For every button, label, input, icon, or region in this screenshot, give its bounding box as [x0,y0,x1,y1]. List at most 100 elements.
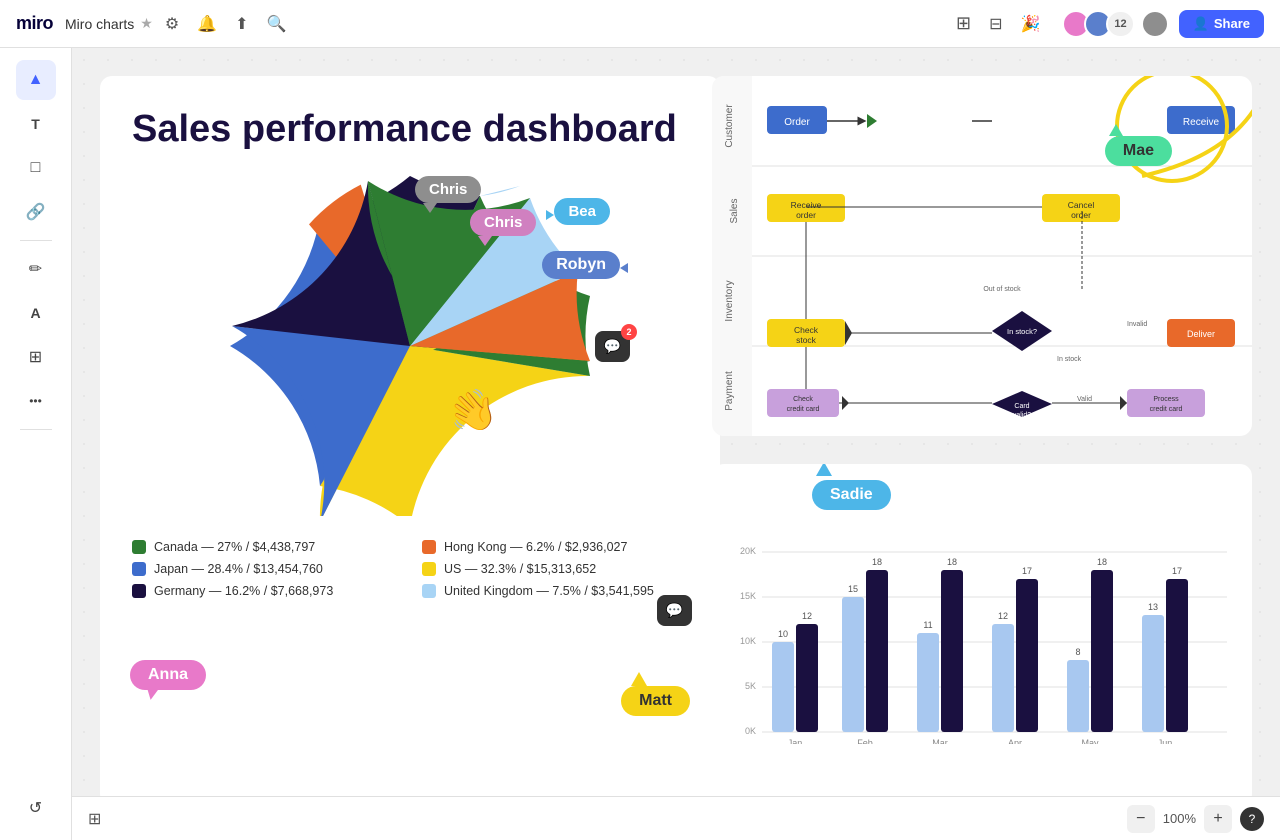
legend-label-us: US — 32.3% / $15,313,652 [444,562,596,576]
svg-text:0K: 0K [745,726,756,736]
bea-label: Bea [554,198,610,225]
sticky-note-tool[interactable]: □ [16,148,56,188]
svg-text:13: 13 [1148,602,1158,612]
svg-text:credit card: credit card [787,406,820,413]
zoom-out-button[interactable]: − [1127,805,1155,833]
svg-text:Apr: Apr [1008,738,1022,744]
legend-dot-germany [132,584,146,598]
chris-cursor-1: Chris [415,176,481,213]
share-label: Share [1214,16,1250,31]
legend-dot-us [422,562,436,576]
mae-cursor: Mae [1105,136,1172,166]
robyn-cursor: Robyn [542,251,620,279]
cursor-tool[interactable]: ▲ [16,60,56,100]
board-title-text: Miro charts [65,16,134,32]
pie-chart-overlay [220,176,600,516]
sadie-arrow [816,464,832,478]
chris-arrow-1 [423,203,437,213]
search-icon[interactable]: 🔍 [266,14,286,34]
svg-text:10: 10 [778,629,788,639]
legend-item-hongkong: Hong Kong — 6.2% / $2,936,027 [422,540,688,554]
svg-text:18: 18 [947,557,957,567]
legend-label-germany: Germany — 16.2% / $7,668,973 [154,584,333,598]
panel-toggle[interactable]: ⊞ [88,809,101,829]
svg-text:Deliver: Deliver [1187,329,1215,339]
svg-text:Process: Process [1153,396,1179,403]
svg-text:Jan: Jan [788,738,803,744]
filter-icon[interactable]: ⊟ [989,14,1002,34]
svg-text:17: 17 [1172,566,1182,576]
share-icon: 👤 [1193,16,1209,32]
svg-text:5K: 5K [745,681,756,691]
svg-text:Valid: Valid [1077,396,1092,403]
robyn-label: Robyn [542,251,620,279]
main-area: ▲ T □ 🔗 ✏ A ⊞ ••• ↺ Sales performance da… [0,48,1280,840]
svg-text:8: 8 [1075,647,1080,657]
legend-dot-hongkong [422,540,436,554]
more-tools[interactable]: ••• [16,381,56,421]
magic-icon[interactable]: 🎉 [1021,14,1041,34]
notification-icon[interactable]: 🔔 [197,14,217,34]
svg-text:Mar: Mar [932,738,948,744]
pie-chart-area: 👋 Chris Chris Bea Robyn [220,176,600,516]
legend-dot-uk [422,584,436,598]
svg-text:In stock: In stock [1057,356,1082,363]
legend-label-japan: Japan — 28.4% / $13,454,760 [154,562,323,576]
svg-text:May: May [1081,738,1099,744]
board-title[interactable]: Miro charts ★ [65,15,153,32]
legend-dot-japan [132,562,146,576]
frame-tool[interactable]: ⊞ [16,337,56,377]
svg-text:12: 12 [802,611,812,621]
dashboard-title: Sales performance dashboard [132,108,688,152]
svg-text:10K: 10K [740,636,756,646]
grid-icon[interactable]: ⊞ [956,13,971,34]
upload-icon[interactable]: ⬆ [235,14,248,34]
text-tool[interactable]: T [16,104,56,144]
toolbar-divider-2 [20,429,52,430]
settings-icon[interactable]: ⚙ [165,14,179,34]
legend-label-canada: Canada — 27% / $4,438,797 [154,540,315,554]
avatars-group[interactable]: 12 [1062,10,1168,38]
help-button[interactable]: ? [1240,807,1264,831]
svg-text:20K: 20K [740,546,756,556]
message-badge: 2 [621,324,637,340]
pen-tool[interactable]: ✏ [16,249,56,289]
bea-cursor: Bea [554,198,610,225]
chris-arrow-2 [478,236,492,246]
svg-text:Feb: Feb [857,738,873,744]
share-button[interactable]: 👤 Share [1179,10,1264,38]
svg-text:Cancel: Cancel [1068,200,1095,210]
avatar-solo [1141,10,1169,38]
legend-dot-canada [132,540,146,554]
bea-arrow [546,210,554,220]
mae-label: Mae [1105,136,1172,166]
anna-arrow [144,684,164,704]
svg-text:Card: Card [1014,403,1029,410]
sales-dashboard-panel: Sales performance dashboard [100,76,720,806]
link-tool[interactable]: 🔗 [16,192,56,232]
sadie-label: Sadie [812,480,891,510]
legend-item-japan: Japan — 28.4% / $13,454,760 [132,562,398,576]
left-toolbar: ▲ T □ 🔗 ✏ A ⊞ ••• ↺ [0,48,72,840]
topbar-icons: ⚙ 🔔 ⬆ 🔍 [165,14,287,34]
bar-chart-panel: Sadie 0K 5K 10K 15K 20K 10 12 [712,464,1252,806]
message-bubble-1[interactable]: 💬 2 [595,331,630,362]
svg-text:order: order [1071,210,1091,220]
text-style-tool[interactable]: A [16,293,56,333]
zoom-level: 100% [1163,811,1196,826]
legend-item-uk: United Kingdom — 7.5% / $3,541,595 [422,584,688,598]
svg-text:Receive: Receive [791,200,822,210]
star-icon[interactable]: ★ [140,15,153,32]
matt-label: Matt [621,686,690,716]
svg-text:Inventory: Inventory [724,280,735,321]
zoom-in-button[interactable]: + [1204,805,1232,833]
svg-text:18: 18 [1097,557,1107,567]
message-bubble-2[interactable]: 💬 [657,595,692,626]
bottom-bar: ⊞ − 100% + ? [72,796,1280,840]
svg-text:Check: Check [793,396,813,403]
svg-text:15: 15 [848,584,858,594]
undo-tool[interactable]: ↺ [16,788,56,828]
canvas[interactable]: Sales performance dashboard [72,48,1280,840]
svg-text:In stock?: In stock? [1007,327,1037,336]
svg-text:Payment: Payment [724,371,735,411]
